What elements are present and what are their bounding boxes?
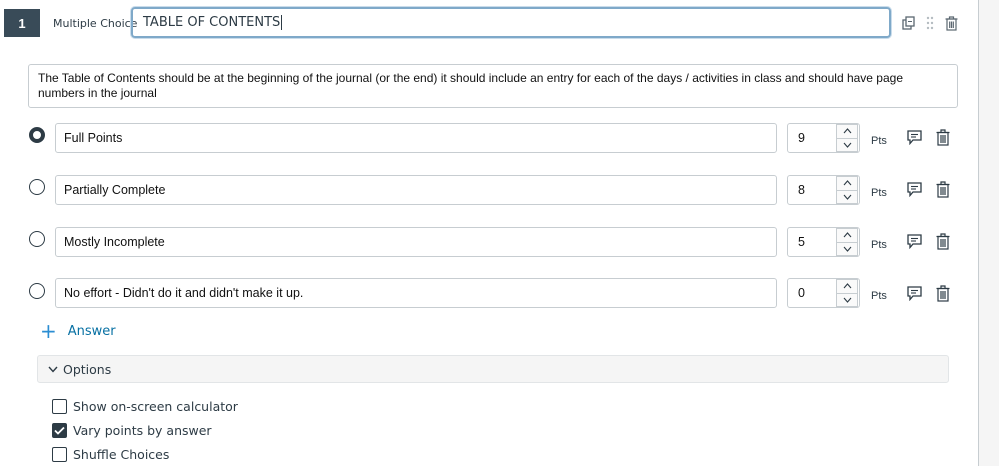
answer-text-input[interactable]: Partially Complete [55,175,777,205]
chevron-down-icon [843,297,851,303]
checkmark-icon [54,426,65,435]
option-label: Show on-screen calculator [73,398,238,414]
increment-button[interactable] [836,124,858,139]
option-show-calculator[interactable]: Show on-screen calculator [52,397,238,415]
trash-icon[interactable] [934,127,952,147]
chevron-down-icon [48,366,58,373]
feedback-comment-icon[interactable] [905,127,923,147]
option-shuffle-choices[interactable]: Shuffle Choices [52,445,169,463]
decrement-button[interactable] [836,242,858,256]
correct-answer-radio[interactable] [29,231,45,247]
points-unit-label: Pts [871,290,887,302]
question-number-badge: 1 [4,9,40,37]
points-unit-label: Pts [871,135,887,147]
correct-answer-radio[interactable] [29,127,45,143]
points-value: 0 [798,286,805,300]
points-stepper[interactable]: 0 [787,278,860,308]
increment-button[interactable] [836,228,858,243]
trash-icon[interactable] [934,179,952,199]
decrement-button[interactable] [836,138,858,152]
plus-icon: + [40,319,57,343]
points-value: 9 [798,131,805,145]
question-type-label: Multiple Choice [53,17,138,30]
increment-button[interactable] [836,279,858,294]
chevron-down-icon [843,142,851,148]
chevron-down-icon [843,194,851,200]
question-stem-input[interactable]: The Table of Contents should be at the b… [28,64,958,108]
answer-text: Mostly Incomplete [64,235,165,249]
checkbox[interactable] [52,422,67,438]
chevron-up-icon [843,128,851,134]
points-value: 8 [798,183,805,197]
text-caret [281,15,283,30]
chevron-down-icon [843,246,851,252]
copy-icon[interactable] [901,14,917,32]
question-card: 1 Multiple Choice TABLE OF CONTENTS The … [0,0,979,466]
decrement-button[interactable] [836,293,858,307]
drag-handle-icon[interactable] [922,14,938,32]
answer-text: No effort - Didn't do it and didn't make… [64,286,304,300]
chevron-up-icon [843,283,851,289]
feedback-comment-icon[interactable] [905,179,923,199]
decrement-button[interactable] [836,190,858,204]
chevron-up-icon [843,232,851,238]
increment-button[interactable] [836,176,858,191]
checkbox[interactable] [52,398,67,414]
option-label: Vary points by answer [73,422,212,438]
question-title-text: TABLE OF CONTENTS [143,15,281,30]
answer-text-input[interactable]: Full Points [55,123,777,153]
option-vary-points[interactable]: Vary points by answer [52,421,212,439]
add-answer-label: Answer [67,323,116,339]
points-stepper[interactable]: 5 [787,227,860,257]
answer-text-input[interactable]: No effort - Didn't do it and didn't make… [55,278,777,308]
answer-text: Partially Complete [64,183,166,197]
correct-answer-radio[interactable] [29,179,45,195]
feedback-comment-icon[interactable] [905,283,923,303]
options-toggle[interactable]: Options [37,355,949,383]
points-value: 5 [798,235,805,249]
question-title-input[interactable]: TABLE OF CONTENTS [131,7,891,38]
trash-icon[interactable] [934,283,952,303]
points-stepper[interactable]: 9 [787,123,860,153]
correct-answer-radio[interactable] [29,283,45,299]
answer-text-input[interactable]: Mostly Incomplete [55,227,777,257]
points-unit-label: Pts [871,187,887,199]
options-label: Options [63,361,112,377]
option-label: Shuffle Choices [73,446,170,462]
points-stepper[interactable]: 8 [787,175,860,205]
feedback-comment-icon[interactable] [905,231,923,251]
add-answer-button[interactable]: + Answer [40,321,116,341]
checkbox[interactable] [52,446,67,462]
answer-text: Full Points [64,131,123,145]
chevron-up-icon [843,180,851,186]
trash-icon[interactable] [943,14,959,32]
trash-icon[interactable] [934,231,952,251]
points-unit-label: Pts [871,239,887,251]
